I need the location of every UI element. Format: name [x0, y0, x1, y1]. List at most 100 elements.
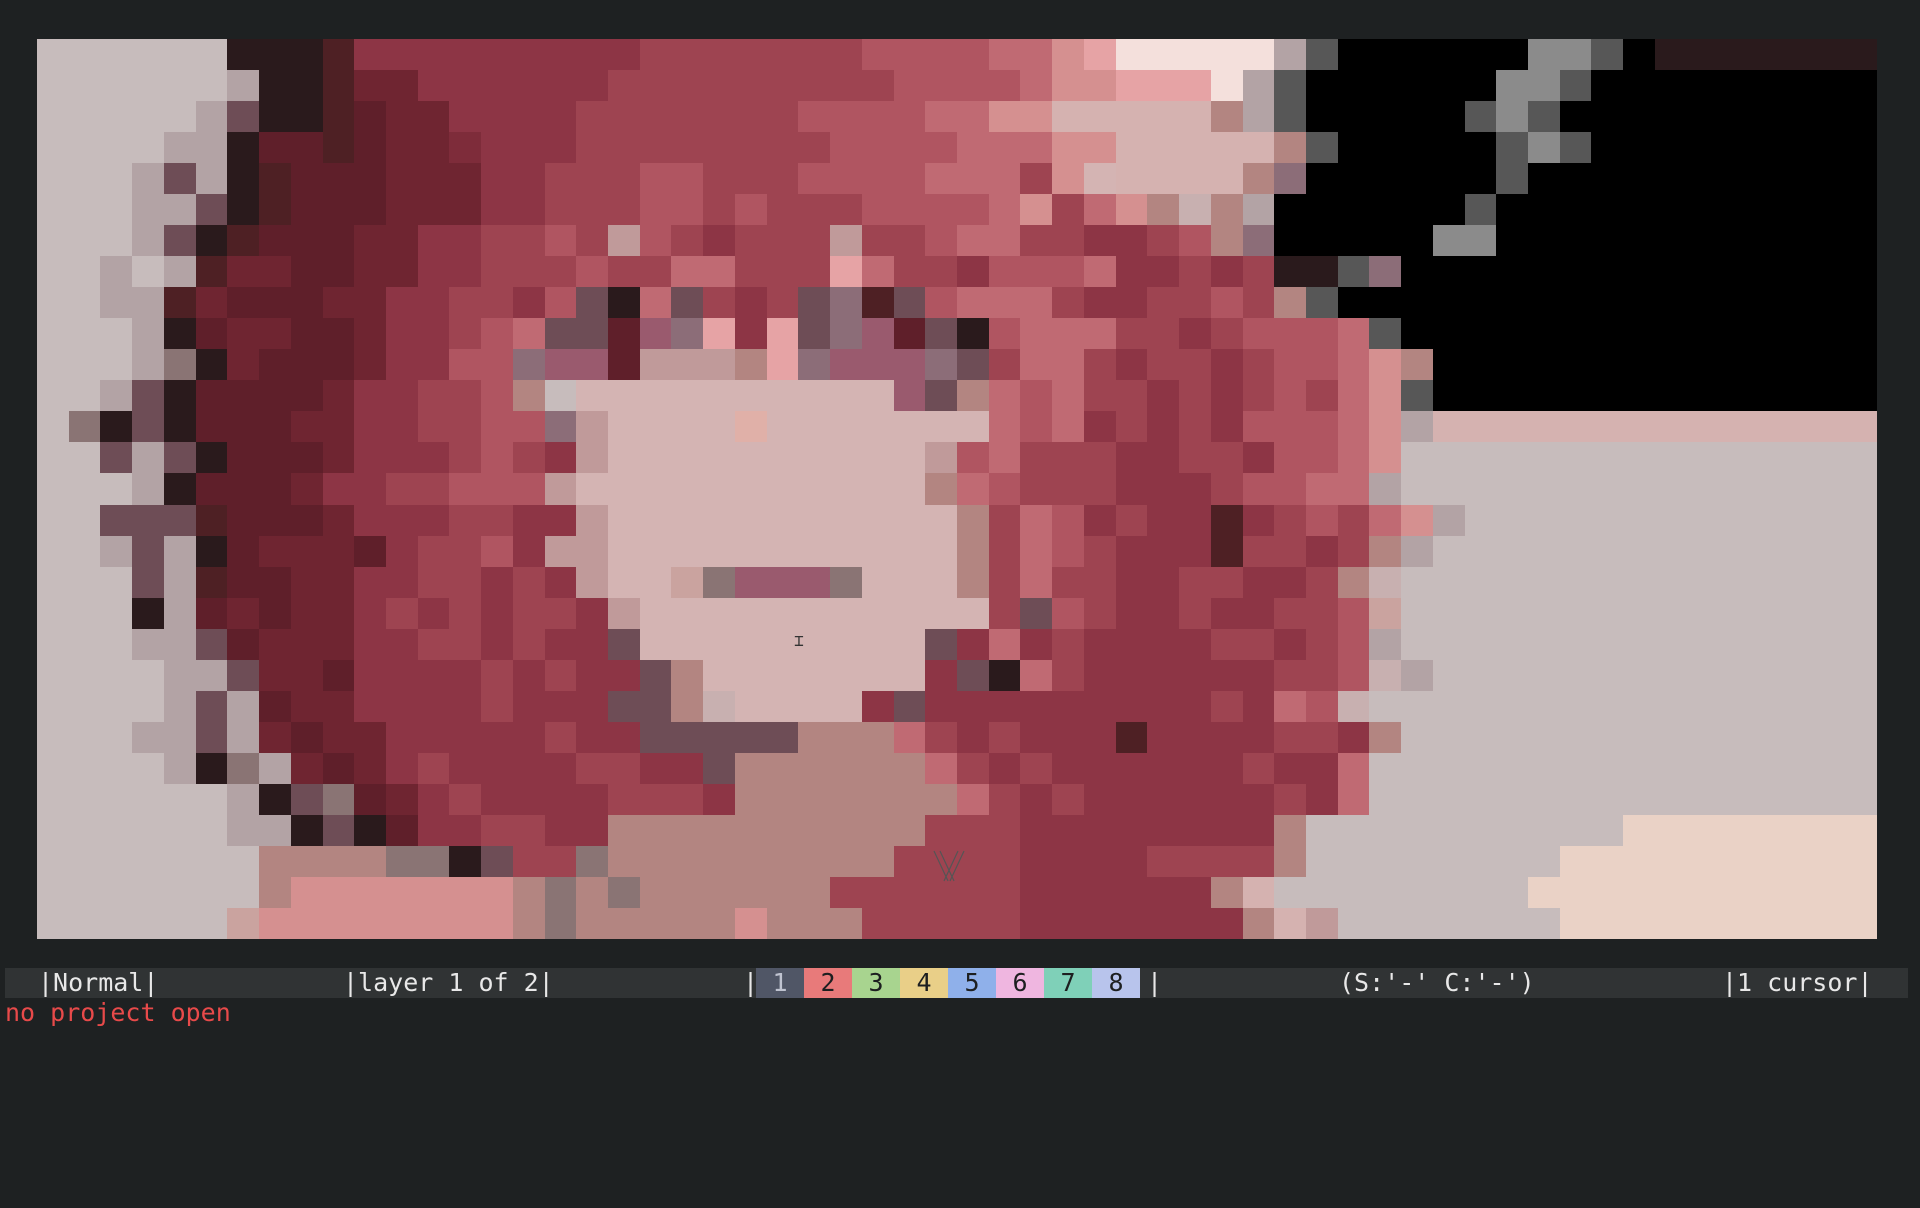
canvas-pixel[interactable]: [544, 752, 577, 784]
canvas-pixel[interactable]: [925, 318, 957, 350]
canvas-pixel[interactable]: [861, 318, 894, 350]
canvas-pixel[interactable]: [1305, 132, 1338, 164]
canvas-pixel[interactable]: [861, 101, 894, 133]
canvas-pixel[interactable]: [259, 845, 291, 877]
canvas-pixel[interactable]: [766, 504, 799, 536]
canvas-pixel[interactable]: [734, 566, 767, 598]
canvas-pixel[interactable]: [1496, 39, 1529, 71]
canvas-pixel[interactable]: [830, 318, 862, 350]
canvas-pixel[interactable]: [512, 101, 545, 133]
canvas-pixel[interactable]: [385, 318, 418, 350]
canvas-pixel[interactable]: [1083, 504, 1116, 536]
canvas-pixel[interactable]: [671, 163, 704, 195]
canvas-pixel[interactable]: [703, 442, 735, 474]
canvas-pixel[interactable]: [1083, 721, 1116, 753]
canvas-pixel[interactable]: [671, 380, 704, 412]
canvas-pixel[interactable]: [957, 814, 989, 846]
canvas-pixel[interactable]: [1845, 473, 1877, 505]
canvas-pixel[interactable]: [703, 907, 735, 939]
canvas-pixel[interactable]: [1686, 566, 1719, 598]
canvas-pixel[interactable]: [512, 752, 545, 784]
canvas-pixel[interactable]: [1401, 535, 1433, 567]
canvas-pixel[interactable]: [354, 287, 386, 319]
canvas-pixel[interactable]: [1052, 318, 1084, 350]
canvas-pixel[interactable]: [68, 256, 101, 288]
canvas-pixel[interactable]: [1052, 628, 1084, 660]
canvas-pixel[interactable]: [1210, 101, 1243, 133]
canvas-pixel[interactable]: [576, 442, 609, 474]
canvas-pixel[interactable]: [163, 318, 196, 350]
canvas-pixel[interactable]: [512, 566, 545, 598]
canvas-pixel[interactable]: [1210, 287, 1243, 319]
canvas-pixel[interactable]: [1496, 690, 1529, 722]
canvas-pixel[interactable]: [1369, 287, 1402, 319]
canvas-pixel[interactable]: [481, 349, 513, 381]
canvas-pixel[interactable]: [1337, 597, 1370, 629]
canvas-pixel[interactable]: [703, 535, 735, 567]
canvas-pixel[interactable]: [1020, 101, 1053, 133]
canvas-pixel[interactable]: [1750, 39, 1782, 71]
canvas-pixel[interactable]: [1464, 349, 1497, 381]
canvas-pixel[interactable]: [163, 907, 196, 939]
canvas-pixel[interactable]: [1528, 442, 1560, 474]
canvas-pixel[interactable]: [1750, 814, 1782, 846]
canvas-pixel[interactable]: [734, 628, 767, 660]
canvas-pixel[interactable]: [1528, 349, 1560, 381]
canvas-pixel[interactable]: [1242, 318, 1275, 350]
canvas-pixel[interactable]: [1401, 39, 1433, 71]
canvas-pixel[interactable]: [354, 814, 386, 846]
canvas-pixel[interactable]: [1750, 473, 1782, 505]
canvas-pixel[interactable]: [259, 349, 291, 381]
canvas-pixel[interactable]: [1432, 194, 1465, 226]
canvas-pixel[interactable]: [417, 101, 450, 133]
canvas-pixel[interactable]: [259, 225, 291, 257]
canvas-pixel[interactable]: [1337, 752, 1370, 784]
canvas-pixel[interactable]: [1179, 690, 1211, 722]
canvas-pixel[interactable]: [1147, 752, 1180, 784]
canvas-pixel[interactable]: [925, 504, 957, 536]
canvas-pixel[interactable]: [132, 876, 164, 908]
canvas-pixel[interactable]: [544, 721, 577, 753]
canvas-pixel[interactable]: [734, 690, 767, 722]
canvas-pixel[interactable]: [1337, 132, 1370, 164]
canvas-pixel[interactable]: [988, 690, 1021, 722]
canvas-pixel[interactable]: [1369, 132, 1402, 164]
canvas-pixel[interactable]: [1686, 504, 1719, 536]
canvas-pixel[interactable]: [195, 659, 228, 691]
canvas-pixel[interactable]: [1464, 907, 1497, 939]
canvas-pixel[interactable]: [481, 721, 513, 753]
canvas-pixel[interactable]: [1274, 349, 1306, 381]
canvas-pixel[interactable]: [861, 132, 894, 164]
canvas-pixel[interactable]: [988, 504, 1021, 536]
canvas-pixel[interactable]: [290, 845, 323, 877]
canvas-pixel[interactable]: [385, 473, 418, 505]
canvas-pixel[interactable]: [1813, 566, 1846, 598]
canvas-pixel[interactable]: [322, 473, 355, 505]
canvas-pixel[interactable]: [100, 225, 133, 257]
canvas-pixel[interactable]: [449, 132, 482, 164]
canvas-pixel[interactable]: [893, 628, 926, 660]
canvas-pixel[interactable]: [1305, 70, 1338, 102]
canvas-pixel[interactable]: [1274, 225, 1306, 257]
canvas-pixel[interactable]: [354, 752, 386, 784]
canvas-pixel[interactable]: [385, 39, 418, 71]
canvas-pixel[interactable]: [1623, 380, 1655, 412]
canvas-pixel[interactable]: [1750, 132, 1782, 164]
canvas-pixel[interactable]: [766, 380, 799, 412]
canvas-pixel[interactable]: [385, 814, 418, 846]
canvas-pixel[interactable]: [354, 690, 386, 722]
canvas-pixel[interactable]: [1781, 535, 1814, 567]
canvas-pixel[interactable]: [322, 907, 355, 939]
canvas-pixel[interactable]: [354, 380, 386, 412]
canvas-pixel[interactable]: [798, 318, 831, 350]
canvas-pixel[interactable]: [1559, 628, 1592, 660]
canvas-pixel[interactable]: [385, 752, 418, 784]
canvas-pixel[interactable]: [1083, 318, 1116, 350]
canvas-pixel[interactable]: [893, 783, 926, 815]
canvas-pixel[interactable]: [385, 721, 418, 753]
canvas-pixel[interactable]: [1813, 442, 1846, 474]
canvas-pixel[interactable]: [1020, 349, 1053, 381]
canvas-pixel[interactable]: [1305, 535, 1338, 567]
canvas-pixel[interactable]: [671, 411, 704, 443]
canvas-pixel[interactable]: [1115, 473, 1148, 505]
